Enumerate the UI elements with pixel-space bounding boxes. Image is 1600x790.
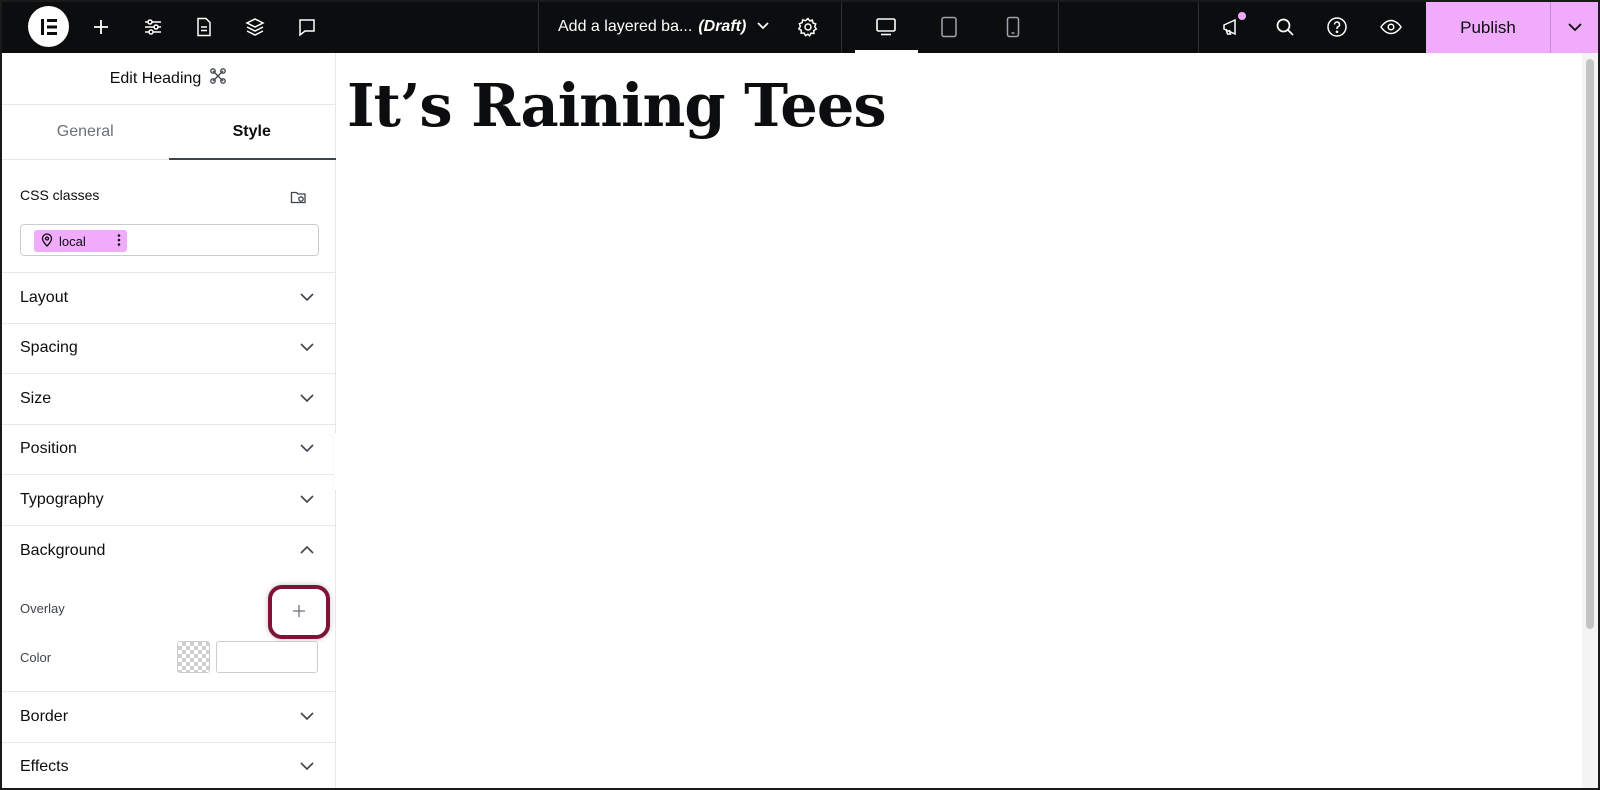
publish-options-button[interactable] <box>1551 2 1598 53</box>
overlay-label: Overlay <box>20 601 65 616</box>
css-classes-section: CSS classes local <box>2 160 335 273</box>
section-typography-label: Typography <box>20 490 104 508</box>
color-value-input[interactable] <box>216 641 318 673</box>
add-element-icon[interactable] <box>84 0 118 53</box>
chevron-down-icon <box>299 390 315 408</box>
color-label: Color <box>20 650 52 665</box>
section-layout-label: Layout <box>20 288 69 306</box>
preview-canvas: It’s Raining Tees <box>337 53 1582 788</box>
site-settings-icon[interactable] <box>136 0 170 53</box>
section-border-label: Border <box>20 707 69 725</box>
section-spacing[interactable]: Spacing <box>2 324 335 374</box>
page-structure-icon[interactable] <box>187 0 221 53</box>
section-background[interactable]: Background <box>2 526 335 577</box>
chevron-up-icon <box>299 542 315 560</box>
section-position-label: Position <box>20 440 77 458</box>
chevron-down-icon <box>299 758 315 776</box>
section-effects-label: Effects <box>20 758 69 776</box>
plus-icon <box>292 601 306 624</box>
background-controls: Overlay Color <box>2 576 335 691</box>
document-status: (Draft) <box>698 17 747 35</box>
tab-style[interactable]: Style <box>169 105 336 159</box>
class-manager-icon[interactable] <box>290 189 308 210</box>
chevron-down-icon <box>299 708 315 726</box>
search-icon[interactable] <box>1268 0 1302 53</box>
chevron-down-icon <box>1567 19 1583 37</box>
notification-dot <box>1238 12 1246 20</box>
preview-eye-icon[interactable] <box>1374 0 1408 53</box>
help-icon[interactable] <box>1320 0 1354 53</box>
more-vertical-icon[interactable] <box>117 233 121 250</box>
canvas-scrollbar[interactable] <box>1582 53 1598 788</box>
tab-general[interactable]: General <box>2 105 169 159</box>
panel-header: Edit Heading <box>2 53 335 105</box>
desktop-view-icon[interactable] <box>869 0 903 53</box>
chevron-down-icon <box>756 18 770 36</box>
section-spacing-label: Spacing <box>20 339 78 357</box>
chevron-down-icon <box>299 289 315 307</box>
section-size-label: Size <box>20 389 52 407</box>
color-swatch[interactable] <box>177 641 210 673</box>
section-border[interactable]: Border <box>2 692 335 743</box>
page-settings-gear-icon[interactable] <box>791 0 825 53</box>
tablet-view-icon[interactable] <box>932 0 966 53</box>
chevron-down-icon <box>299 339 315 357</box>
toolbar-divider <box>841 0 842 53</box>
toolbar-divider <box>1058 0 1059 53</box>
whats-new-megaphone-icon[interactable] <box>1215 0 1249 53</box>
add-overlay-button[interactable] <box>268 585 330 639</box>
section-background-expanded: Background Overlay Color <box>2 526 335 692</box>
class-chip-label: local <box>59 233 86 249</box>
document-title: Add a layered ba... <box>558 17 693 35</box>
section-layout[interactable]: Layout <box>2 273 335 324</box>
panel-tabs: General Style <box>2 105 336 160</box>
elementor-logo-icon[interactable] <box>28 6 69 47</box>
class-chip[interactable]: local <box>34 230 127 252</box>
atomic-widget-icon <box>209 67 227 90</box>
scrollbar-thumb[interactable] <box>1586 59 1594 629</box>
toolbar-divider <box>538 0 539 53</box>
toolbar-divider <box>1198 0 1199 53</box>
section-position[interactable]: Position <box>2 425 335 475</box>
panel-title: Edit Heading <box>109 69 202 87</box>
layers-icon[interactable] <box>238 0 272 53</box>
chevron-down-icon <box>299 440 315 458</box>
page-heading[interactable]: It’s Raining Tees <box>347 71 887 140</box>
css-classes-label: CSS classes <box>20 187 100 203</box>
comments-icon[interactable] <box>290 0 324 53</box>
section-effects[interactable]: Effects <box>2 743 335 790</box>
section-typography[interactable]: Typography <box>2 475 335 526</box>
editor-panel: Edit Heading General Style CSS classes l… <box>2 53 336 788</box>
publish-button[interactable]: Publish <box>1426 2 1550 53</box>
mobile-view-icon[interactable] <box>996 0 1030 53</box>
section-background-label: Background <box>20 541 106 559</box>
location-pin-icon <box>41 232 53 250</box>
chevron-down-icon <box>299 491 315 509</box>
document-title-dropdown[interactable]: Add a layered ba... (Draft) <box>558 0 770 53</box>
section-size[interactable]: Size <box>2 374 335 425</box>
css-classes-input[interactable]: local <box>20 224 319 256</box>
top-bar: Add a layered ba... (Draft) Publish <box>0 0 1600 53</box>
